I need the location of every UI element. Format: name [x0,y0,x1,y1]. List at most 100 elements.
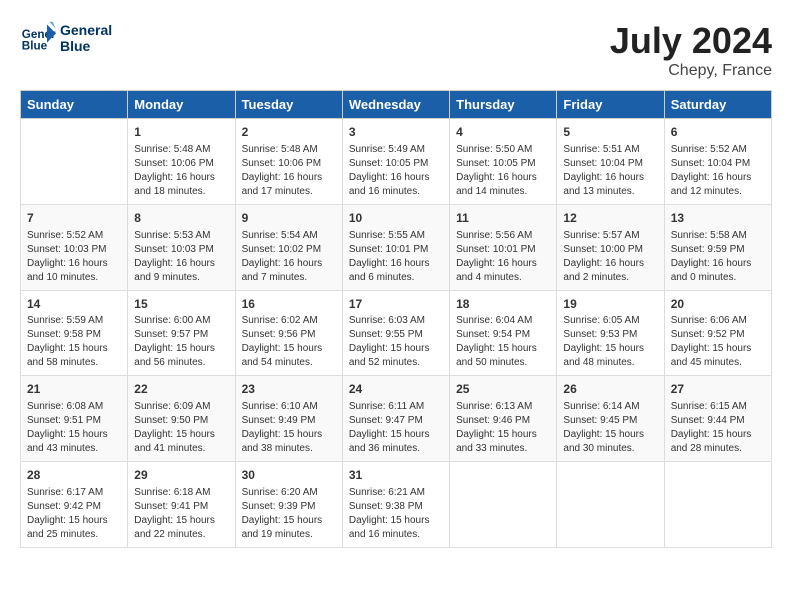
day-info: Sunrise: 5:57 AM Sunset: 10:00 PM Daylig… [563,229,657,285]
day-number: 30 [242,467,336,484]
day-info: Sunrise: 6:11 AM Sunset: 9:47 PM Dayligh… [349,400,443,456]
day-number: 21 [27,381,121,398]
day-number: 20 [671,296,765,313]
day-info: Sunrise: 6:03 AM Sunset: 9:55 PM Dayligh… [349,314,443,370]
day-info: Sunrise: 6:20 AM Sunset: 9:39 PM Dayligh… [242,486,336,542]
day-info: Sunrise: 5:55 AM Sunset: 10:01 PM Daylig… [349,229,443,285]
day-info: Sunrise: 5:49 AM Sunset: 10:05 PM Daylig… [349,143,443,199]
calendar-cell: 1Sunrise: 5:48 AM Sunset: 10:06 PM Dayli… [128,119,235,205]
week-row-3: 14Sunrise: 5:59 AM Sunset: 9:58 PM Dayli… [21,290,772,376]
calendar-header: SundayMondayTuesdayWednesdayThursdayFrid… [21,91,772,119]
calendar-body: 1Sunrise: 5:48 AM Sunset: 10:06 PM Dayli… [21,119,772,548]
day-number: 12 [563,210,657,227]
day-info: Sunrise: 5:58 AM Sunset: 9:59 PM Dayligh… [671,229,765,285]
calendar-cell [557,462,664,548]
day-info: Sunrise: 5:51 AM Sunset: 10:04 PM Daylig… [563,143,657,199]
day-info: Sunrise: 5:52 AM Sunset: 10:03 PM Daylig… [27,229,121,285]
week-row-1: 1Sunrise: 5:48 AM Sunset: 10:06 PM Dayli… [21,119,772,205]
day-number: 29 [134,467,228,484]
day-info: Sunrise: 5:56 AM Sunset: 10:01 PM Daylig… [456,229,550,285]
calendar-cell: 9Sunrise: 5:54 AM Sunset: 10:02 PM Dayli… [235,204,342,290]
weekday-header-saturday: Saturday [664,91,771,119]
day-info: Sunrise: 6:02 AM Sunset: 9:56 PM Dayligh… [242,314,336,370]
calendar-cell: 3 Sunrise: 5:49 AM Sunset: 10:05 PM Dayli… [342,119,449,205]
weekday-header-wednesday: Wednesday [342,91,449,119]
title-block: July 2024 Chepy, France [610,20,772,80]
day-number: 3 [349,124,443,141]
day-info: Sunrise: 6:06 AM Sunset: 9:52 PM Dayligh… [671,314,765,370]
day-number: 5 [563,124,657,141]
day-number: 13 [671,210,765,227]
week-row-4: 21 Sunrise: 6:08 AM Sunset: 9:51 PM Dayli… [21,376,772,462]
calendar-cell: 31 Sunrise: 6:21 AM Sunset: 9:38 PM Dayli… [342,462,449,548]
calendar-cell: 16Sunrise: 6:02 AM Sunset: 9:56 PM Dayli… [235,290,342,376]
day-info: Sunrise: 6:21 AM Sunset: 9:38 PM Dayligh… [349,486,443,542]
day-number: 22 [134,381,228,398]
day-number: 15 [134,296,228,313]
day-info: Sunrise: 6:00 AM Sunset: 9:57 PM Dayligh… [134,314,228,370]
calendar-cell: 29 Sunrise: 6:18 AM Sunset: 9:41 PM Dayli… [128,462,235,548]
calendar-cell: 11Sunrise: 5:56 AM Sunset: 10:01 PM Dayl… [450,204,557,290]
logo-general: General [60,22,112,38]
day-number: 7 [27,210,121,227]
day-number: 25 [456,381,550,398]
calendar-cell: 4 Sunrise: 5:50 AM Sunset: 10:05 PM Dayli… [450,119,557,205]
day-info: Sunrise: 6:13 AM Sunset: 9:46 PM Dayligh… [456,400,550,456]
day-info: Sunrise: 5:59 AM Sunset: 9:58 PM Dayligh… [27,314,121,370]
weekday-header-friday: Friday [557,91,664,119]
day-number: 28 [27,467,121,484]
calendar-cell: 23Sunrise: 6:10 AM Sunset: 9:49 PM Dayli… [235,376,342,462]
calendar-cell: 15Sunrise: 6:00 AM Sunset: 9:57 PM Dayli… [128,290,235,376]
weekday-header-thursday: Thursday [450,91,557,119]
calendar-cell: 22 Sunrise: 6:09 AM Sunset: 9:50 PM Dayli… [128,376,235,462]
day-number: 10 [349,210,443,227]
calendar-cell: 8 Sunrise: 5:53 AM Sunset: 10:03 PM Dayli… [128,204,235,290]
day-number: 31 [349,467,443,484]
day-number: 24 [349,381,443,398]
day-number: 18 [456,296,550,313]
day-number: 19 [563,296,657,313]
calendar-cell [21,119,128,205]
day-number: 17 [349,296,443,313]
day-info: Sunrise: 6:14 AM Sunset: 9:45 PM Dayligh… [563,400,657,456]
calendar-cell: 10 Sunrise: 5:55 AM Sunset: 10:01 PM Dayl… [342,204,449,290]
day-number: 4 [456,124,550,141]
calendar-title: July 2024 [610,20,772,62]
day-info: Sunrise: 6:04 AM Sunset: 9:54 PM Dayligh… [456,314,550,370]
calendar-cell: 5 Sunrise: 5:51 AM Sunset: 10:04 PM Dayli… [557,119,664,205]
page-header: General Blue General Blue July 2024 Chep… [20,20,772,80]
calendar-cell: 21 Sunrise: 6:08 AM Sunset: 9:51 PM Dayli… [21,376,128,462]
day-number: 16 [242,296,336,313]
day-info: Sunrise: 5:53 AM Sunset: 10:03 PM Daylig… [134,229,228,285]
logo: General Blue General Blue [20,20,112,56]
logo-icon: General Blue [20,20,56,56]
calendar-cell: 13 Sunrise: 5:58 AM Sunset: 9:59 PM Dayli… [664,204,771,290]
day-number: 2 [242,124,336,141]
day-info: Sunrise: 6:15 AM Sunset: 9:44 PM Dayligh… [671,400,765,456]
day-info: Sunrise: 6:17 AM Sunset: 9:42 PM Dayligh… [27,486,121,542]
calendar-cell: 14Sunrise: 5:59 AM Sunset: 9:58 PM Dayli… [21,290,128,376]
calendar-cell: 19Sunrise: 6:05 AM Sunset: 9:53 PM Dayli… [557,290,664,376]
weekday-header-monday: Monday [128,91,235,119]
calendar-cell: 25 Sunrise: 6:13 AM Sunset: 9:46 PM Dayli… [450,376,557,462]
day-info: Sunrise: 5:48 AM Sunset: 10:06 PM Daylig… [134,143,228,199]
logo-blue: Blue [60,38,112,54]
calendar-cell: 30 Sunrise: 6:20 AM Sunset: 9:39 PM Dayli… [235,462,342,548]
weekday-header-sunday: Sunday [21,91,128,119]
day-number: 8 [134,210,228,227]
calendar-cell: 20Sunrise: 6:06 AM Sunset: 9:52 PM Dayli… [664,290,771,376]
day-info: Sunrise: 5:50 AM Sunset: 10:05 PM Daylig… [456,143,550,199]
svg-text:Blue: Blue [22,40,48,53]
calendar-cell: 12 Sunrise: 5:57 AM Sunset: 10:00 PM Dayl… [557,204,664,290]
day-number: 6 [671,124,765,141]
day-info: Sunrise: 6:08 AM Sunset: 9:51 PM Dayligh… [27,400,121,456]
weekday-row: SundayMondayTuesdayWednesdayThursdayFrid… [21,91,772,119]
day-info: Sunrise: 6:18 AM Sunset: 9:41 PM Dayligh… [134,486,228,542]
day-info: Sunrise: 6:09 AM Sunset: 9:50 PM Dayligh… [134,400,228,456]
day-number: 9 [242,210,336,227]
calendar-cell: 26Sunrise: 6:14 AM Sunset: 9:45 PM Dayli… [557,376,664,462]
calendar-cell [664,462,771,548]
week-row-2: 7 Sunrise: 5:52 AM Sunset: 10:03 PM Dayli… [21,204,772,290]
day-info: Sunrise: 5:48 AM Sunset: 10:06 PM Daylig… [242,143,336,199]
day-number: 23 [242,381,336,398]
